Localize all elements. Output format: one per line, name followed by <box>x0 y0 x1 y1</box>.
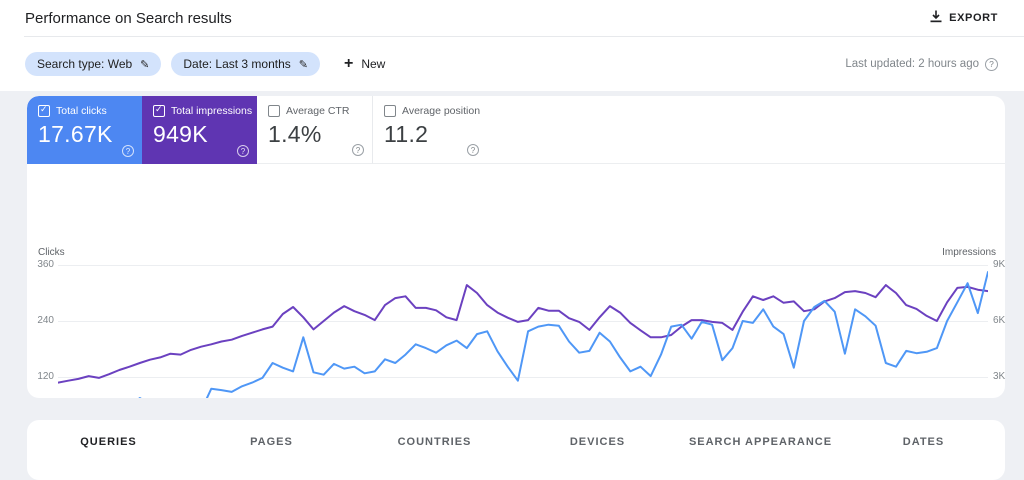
tab-devices[interactable]: DEVICES <box>516 420 679 464</box>
last-updated-text: Last updated: 2 hours ago <box>845 58 979 70</box>
tab-search-appearance[interactable]: SEARCH APPEARANCE <box>679 420 842 464</box>
checkbox-checked-icon[interactable] <box>38 104 50 117</box>
metric-label: Total impressions <box>171 105 253 117</box>
tab-dates[interactable]: DATES <box>842 420 1005 464</box>
right-axis-tick: 3K <box>993 371 1005 382</box>
left-axis-tick: 120 <box>37 371 54 382</box>
filter-chip-date[interactable]: Date: Last 3 months ✎ <box>171 52 320 76</box>
card-header: Total clicks <box>38 104 132 117</box>
metric-value: 1.4% <box>268 121 322 147</box>
download-icon <box>930 10 942 26</box>
export-button[interactable]: EXPORT <box>930 10 998 26</box>
help-icon[interactable]: ? <box>122 145 134 157</box>
metric-label: Total clicks <box>56 105 107 117</box>
card-header: Average position <box>384 105 481 117</box>
dimension-tabs: QUERIES PAGES COUNTRIES DEVICES SEARCH A… <box>27 420 1005 464</box>
last-updated: Last updated: 2 hours ago ? <box>845 57 998 71</box>
app-bar: Performance on Search results EXPORT <box>0 0 1024 36</box>
new-filter-label: New <box>361 57 386 71</box>
left-axis-tick: 240 <box>37 315 54 326</box>
tab-pages[interactable]: PAGES <box>190 420 353 464</box>
right-axis-title: Impressions <box>942 247 996 258</box>
metric-label: Average CTR <box>286 105 350 117</box>
dimension-tabs-panel: QUERIES PAGES COUNTRIES DEVICES SEARCH A… <box>27 420 1005 480</box>
help-icon[interactable]: ? <box>985 57 998 71</box>
metric-cards: Total clicks 17.67K ? Total impressions … <box>27 96 1005 164</box>
new-filter-button[interactable]: + New <box>344 56 385 72</box>
filter-chip-label: Search type: Web <box>37 57 133 71</box>
filter-bar: Search type: Web ✎ Date: Last 3 months ✎… <box>0 37 1024 91</box>
card-header: Average CTR <box>268 105 362 117</box>
cards-filler <box>487 96 1005 164</box>
metric-value: 11.2 <box>384 121 429 147</box>
left-axis-title: Clicks <box>38 247 65 258</box>
help-icon[interactable]: ? <box>352 144 364 156</box>
performance-chart-panel: Total clicks 17.67K ? Total impressions … <box>27 96 1005 398</box>
edit-pencil-icon: ✎ <box>140 58 150 71</box>
right-axis-tick: 6K <box>993 315 1005 326</box>
card-header: Total impressions <box>153 104 252 117</box>
checkbox-unchecked-icon[interactable] <box>268 105 280 117</box>
edit-pencil-icon: ✎ <box>298 58 308 71</box>
timeseries-chart: Clicks Impressions 360 240 120 0 9K 6K 3… <box>27 164 1005 398</box>
tab-queries[interactable]: QUERIES <box>27 420 190 464</box>
plus-icon: + <box>344 55 354 72</box>
help-icon[interactable]: ? <box>237 145 249 157</box>
metric-value: 949K <box>153 121 208 147</box>
metric-card-total-impressions[interactable]: Total impressions 949K ? <box>142 96 257 164</box>
top-block: Performance on Search results EXPORT Sea… <box>0 0 1024 91</box>
checkbox-unchecked-icon[interactable] <box>384 105 396 117</box>
metric-card-total-clicks[interactable]: Total clicks 17.67K ? <box>27 96 142 164</box>
right-axis-tick: 9K <box>993 259 1005 270</box>
export-label: EXPORT <box>949 12 998 24</box>
checkbox-checked-icon[interactable] <box>153 104 165 117</box>
page-title: Performance on Search results <box>25 9 232 27</box>
left-axis-tick: 360 <box>37 259 54 270</box>
filter-chip-label: Date: Last 3 months <box>183 57 291 71</box>
metric-label: Average position <box>402 105 481 117</box>
filter-chip-search-type[interactable]: Search type: Web ✎ <box>25 52 162 76</box>
metric-card-average-position[interactable]: Average position 11.2 ? <box>372 96 487 164</box>
chart-plot-area[interactable] <box>58 265 988 398</box>
metric-value: 17.67K <box>38 121 113 147</box>
help-icon[interactable]: ? <box>467 144 479 156</box>
metric-card-average-ctr[interactable]: Average CTR 1.4% ? <box>257 96 372 164</box>
tab-countries[interactable]: COUNTRIES <box>353 420 516 464</box>
